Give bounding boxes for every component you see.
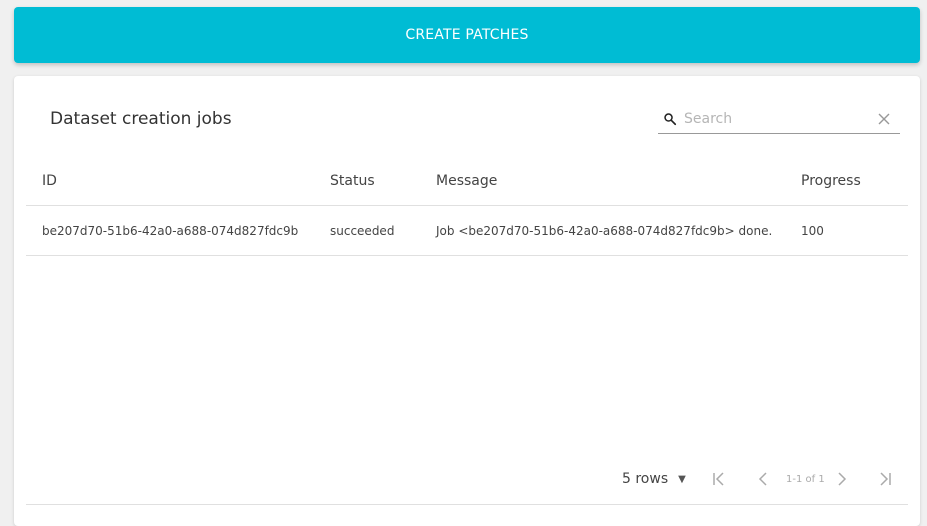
divider <box>26 504 908 505</box>
rows-per-page-select[interactable]: 5 rows ▼ <box>622 471 686 487</box>
pagination: 5 rows ▼ 1-1 of 1 <box>14 461 920 497</box>
column-header-message[interactable]: Message <box>420 173 785 189</box>
rows-per-page-label: 5 rows <box>622 471 669 487</box>
table-row[interactable]: be207d70-51b6-42a0-a688-074d827fdc9b suc… <box>26 206 908 256</box>
column-header-status[interactable]: Status <box>314 173 420 189</box>
search-bar <box>658 105 900 134</box>
page-range: 1-1 of 1 <box>786 473 825 485</box>
column-header-id[interactable]: ID <box>26 173 314 189</box>
caret-down-icon: ▼ <box>678 473 686 485</box>
first-page-icon[interactable] <box>707 467 731 491</box>
previous-page-icon[interactable] <box>752 467 776 491</box>
next-page-icon[interactable] <box>829 467 853 491</box>
search-icon <box>658 107 682 131</box>
table-header: ID Status Message Progress <box>26 156 908 206</box>
last-page-icon[interactable] <box>873 467 897 491</box>
cell-status: succeeded <box>330 223 395 238</box>
cell-progress: 100 <box>801 223 824 238</box>
column-header-progress[interactable]: Progress <box>785 173 908 189</box>
card-title: Dataset creation jobs <box>50 109 232 129</box>
search-input[interactable] <box>684 111 872 127</box>
close-icon[interactable] <box>872 107 896 131</box>
jobs-card: Dataset creation jobs ID Status Message … <box>14 76 920 526</box>
create-patches-button[interactable]: CREATE PATCHES <box>14 7 920 63</box>
cell-message: Job <be207d70-51b6-42a0-a688-074d827fdc9… <box>436 223 773 238</box>
cell-id: be207d70-51b6-42a0-a688-074d827fdc9b <box>42 223 299 238</box>
jobs-table: ID Status Message Progress be207d70-51b6… <box>26 156 908 256</box>
